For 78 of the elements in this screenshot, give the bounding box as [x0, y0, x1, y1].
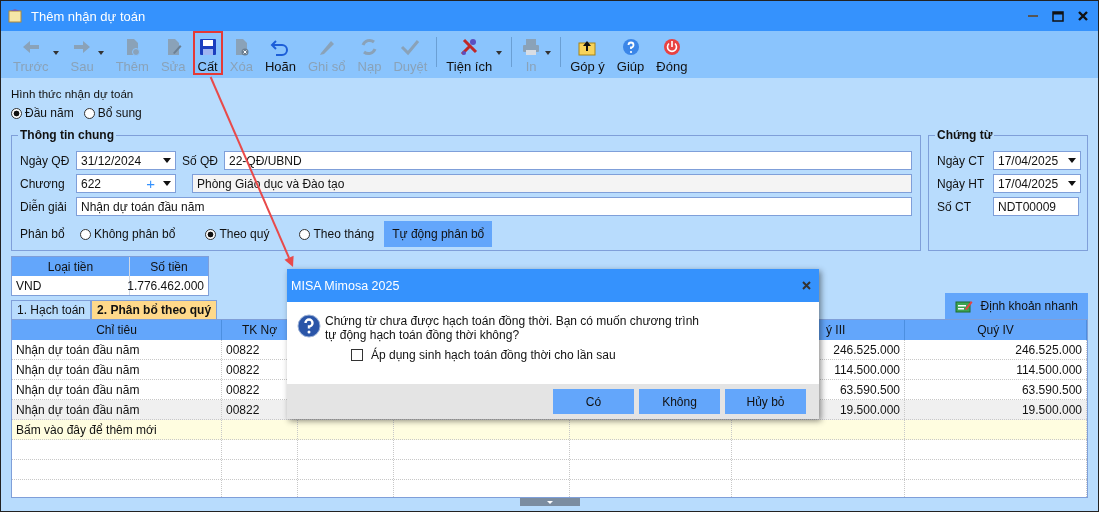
radio-circle-icon[interactable]: [205, 228, 217, 240]
group-title: Thông tin chung: [18, 128, 116, 142]
dropdown-caret-icon: [163, 158, 171, 163]
date-dropdown[interactable]: 17/04/2025: [993, 174, 1081, 193]
app-icon: [7, 8, 23, 24]
maximize-icon: [1052, 10, 1064, 22]
dropdown-caret-icon: [97, 51, 104, 55]
field-label: Số QĐ: [182, 153, 218, 168]
radio-option[interactable]: Đầu năm: [11, 106, 74, 120]
tab[interactable]: 2. Phân bổ theo quý: [91, 300, 218, 319]
section-label: Hình thức nhận dự toán: [11, 88, 135, 100]
date-dropdown[interactable]: 17/04/2025: [993, 151, 1081, 170]
question-icon: [297, 314, 321, 338]
dialog-button[interactable]: Hủy bỏ: [725, 389, 806, 414]
window-title: Thêm nhận dự toán: [31, 8, 147, 24]
dialog-button[interactable]: Có: [553, 389, 634, 414]
radio-circle-icon[interactable]: [83, 107, 95, 119]
toolbar-button[interactable]: Hoãn: [259, 33, 301, 73]
field-label: Số CT: [937, 199, 972, 214]
table-cell: Nhận dự toán đầu năm: [12, 340, 222, 359]
input-field[interactable]: NDT00009: [993, 197, 1079, 216]
table-cell: 246.525.000: [905, 340, 1087, 359]
quick-entry-button[interactable]: Định khoản nhanh: [944, 293, 1088, 319]
dropdown-caret-icon: [1068, 181, 1076, 186]
field-label: Ngày QĐ: [20, 153, 70, 168]
tools-icon: [459, 37, 480, 57]
dialog-button[interactable]: Không: [639, 389, 720, 414]
dialog-title: MISA Mimosa 2025: [291, 278, 400, 293]
field-label: Ngày HT: [937, 176, 986, 191]
column-header: Loại tiền: [12, 257, 130, 276]
dropdown-caret-icon: [545, 51, 552, 55]
column-header: Quý IV: [905, 320, 1087, 340]
field-label: Diễn giải: [20, 199, 68, 214]
dropdown-caret-icon: [496, 51, 503, 55]
close-icon: [802, 281, 811, 290]
auto-allocate-button[interactable]: Tự động phân bổ: [384, 221, 493, 247]
checkmark-icon: [400, 37, 421, 57]
radio-option[interactable]: Theo tháng: [299, 227, 375, 241]
toolbar-button[interactable]: Góp ý: [565, 33, 610, 73]
dialog-message: Chứng từ chưa được hạch toán đồng thời. Bạn có muốn chương trình tự động hạch toán đồng thời không?: [325, 314, 700, 342]
table-cell: Bấm vào đây để thêm mới: [12, 420, 222, 439]
radio-circle-icon[interactable]: [11, 107, 22, 119]
help-icon: [620, 37, 641, 57]
toolbar-button[interactable]: Cất: [192, 31, 223, 75]
table-cell: 63.590.500: [905, 380, 1087, 399]
tab[interactable]: 1. Hạch toán: [11, 300, 92, 319]
close-icon: [1078, 11, 1088, 21]
toolbar-button[interactable]: Tiện ích: [441, 33, 508, 73]
table-cell: Nhận dự toán đầu năm: [12, 360, 222, 379]
table-cell-text: 1.776.462.000: [130, 277, 205, 295]
group-title: Chứng từ: [935, 128, 995, 142]
undo-icon: [270, 37, 291, 57]
table-cell: Nhận dự toán đầu năm: [12, 400, 222, 419]
table-cell: 114.500.000: [905, 360, 1087, 379]
field-label: Ngày CT: [937, 153, 986, 168]
radio-option[interactable]: Bổ sung: [83, 106, 142, 120]
dropdown-caret-icon: [52, 51, 59, 55]
radio-option[interactable]: Theo quý: [205, 227, 270, 241]
date-dropdown[interactable]: 31/12/2024: [76, 151, 176, 170]
column-header: Số tiền: [149, 258, 189, 276]
code-dropdown[interactable]: 622 +: [76, 174, 176, 193]
checkbox[interactable]: Áp dụng sinh hạch toán đồng thời cho lần sau: [351, 348, 616, 362]
input-field[interactable]: Nhận dự toán đầu năm: [76, 197, 912, 216]
table-cell: 19.500.000: [905, 400, 1087, 419]
field-label: Phân bổ: [20, 227, 66, 241]
column-header: Chỉ tiêu: [12, 320, 222, 340]
toolbar-button[interactable]: Đóng: [651, 33, 693, 73]
dropdown-caret-icon: [163, 181, 171, 186]
radio-option[interactable]: Không phân bổ: [80, 227, 176, 241]
power-icon: [661, 37, 682, 57]
table-cell: Nhận dự toán đầu năm: [12, 380, 222, 399]
ledger-edit-icon: [954, 299, 973, 313]
toolbar-button[interactable]: Giúp: [611, 33, 650, 73]
printer-icon: [521, 37, 542, 57]
radio-circle-icon[interactable]: [80, 228, 91, 240]
field-label: Chương: [20, 176, 66, 191]
dropdown-caret-icon: [1068, 158, 1076, 163]
radio-circle-icon[interactable]: [299, 228, 311, 240]
